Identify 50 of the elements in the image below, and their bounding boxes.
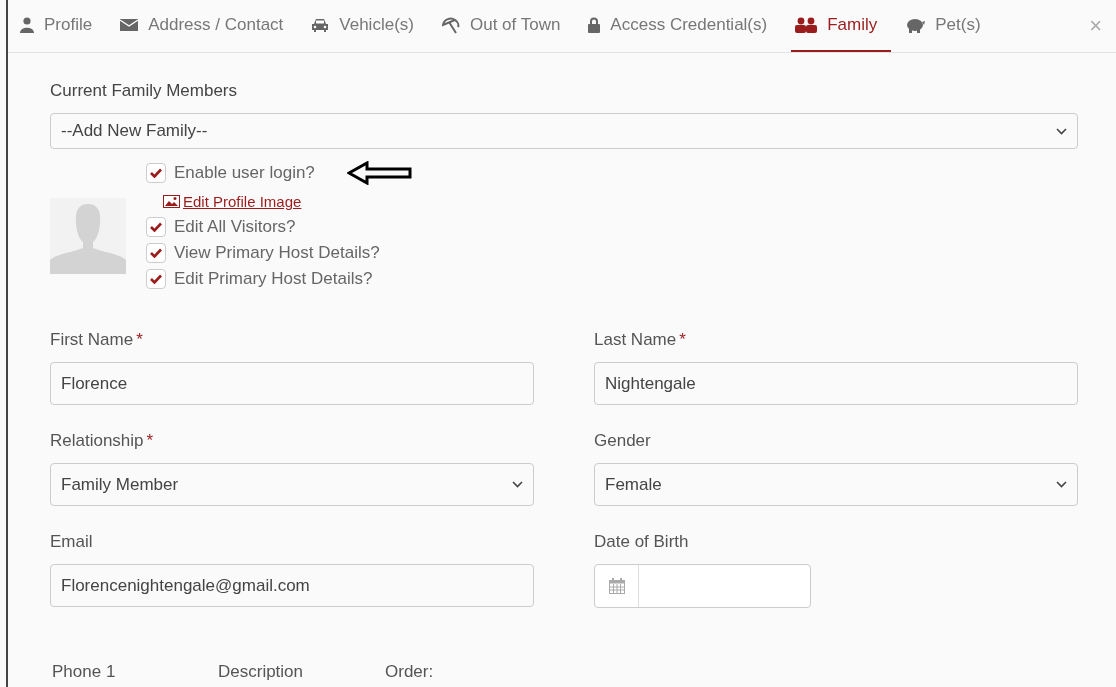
tab[interactable]: Family (791, 0, 892, 52)
column-header: Order: (385, 662, 434, 682)
chevron-down-icon (512, 481, 523, 488)
column-header: Description (218, 662, 305, 682)
envelope-icon (120, 19, 139, 31)
car-icon (311, 18, 330, 32)
date-field[interactable] (594, 564, 811, 608)
tab[interactable]: Access Credential(s) (584, 0, 782, 52)
arrow-annotation (346, 161, 413, 185)
checkmark-icon (150, 248, 162, 258)
checkbox-label: View Primary Host Details? (174, 243, 380, 263)
checkbox[interactable] (146, 217, 166, 237)
checkbox[interactable] (146, 269, 166, 289)
checkmark-icon (150, 168, 162, 178)
field-label: Relationship * (50, 431, 155, 452)
umbrella-icon (441, 16, 460, 34)
tab[interactable]: Out of Town (437, 0, 575, 52)
tab[interactable]: Profile (16, 0, 107, 52)
image-icon (163, 194, 180, 208)
column-header: Phone 1 (52, 662, 117, 682)
tab[interactable]: Vehicle(s) (307, 0, 428, 52)
checkbox-label: Edit Primary Host Details? (174, 269, 373, 289)
checkmark-icon (150, 222, 162, 232)
field-label: First Name * (50, 330, 144, 351)
field-label: Current Family Members (50, 81, 239, 101)
checkbox-label: Enable user login? (174, 163, 315, 183)
checkmark-icon (150, 274, 162, 284)
text-field[interactable]: Florencenightengale@gmail.com (50, 564, 534, 607)
person-icon (20, 17, 34, 33)
text-field[interactable]: Nightengale (594, 362, 1078, 405)
family-member-dropdown[interactable]: --Add New Family-- (50, 113, 1078, 149)
edit-profile-image-link[interactable]: Edit Profile Image (163, 188, 380, 214)
piggy-bank-icon (905, 17, 926, 33)
chevron-down-icon (1056, 127, 1067, 135)
field-label: Email (50, 532, 94, 553)
lock-icon (588, 17, 601, 33)
checkbox[interactable] (146, 243, 166, 263)
calendar-icon (608, 578, 625, 594)
checkbox-label: Edit All Visitors? (174, 217, 296, 237)
field-label: Gender (594, 431, 652, 452)
dropdown[interactable]: Family Member (50, 463, 534, 506)
checkbox[interactable] (146, 163, 166, 183)
text-field[interactable]: Florence (50, 362, 534, 405)
chevron-down-icon (1056, 481, 1067, 488)
people-icon (795, 17, 818, 33)
tab[interactable]: Pet(s) (901, 0, 995, 52)
field-label: Date of Birth (594, 532, 690, 553)
dropdown[interactable]: Female (594, 463, 1078, 506)
field-label: Last Name * (594, 330, 687, 351)
tab[interactable]: Address / Contact (116, 0, 298, 52)
